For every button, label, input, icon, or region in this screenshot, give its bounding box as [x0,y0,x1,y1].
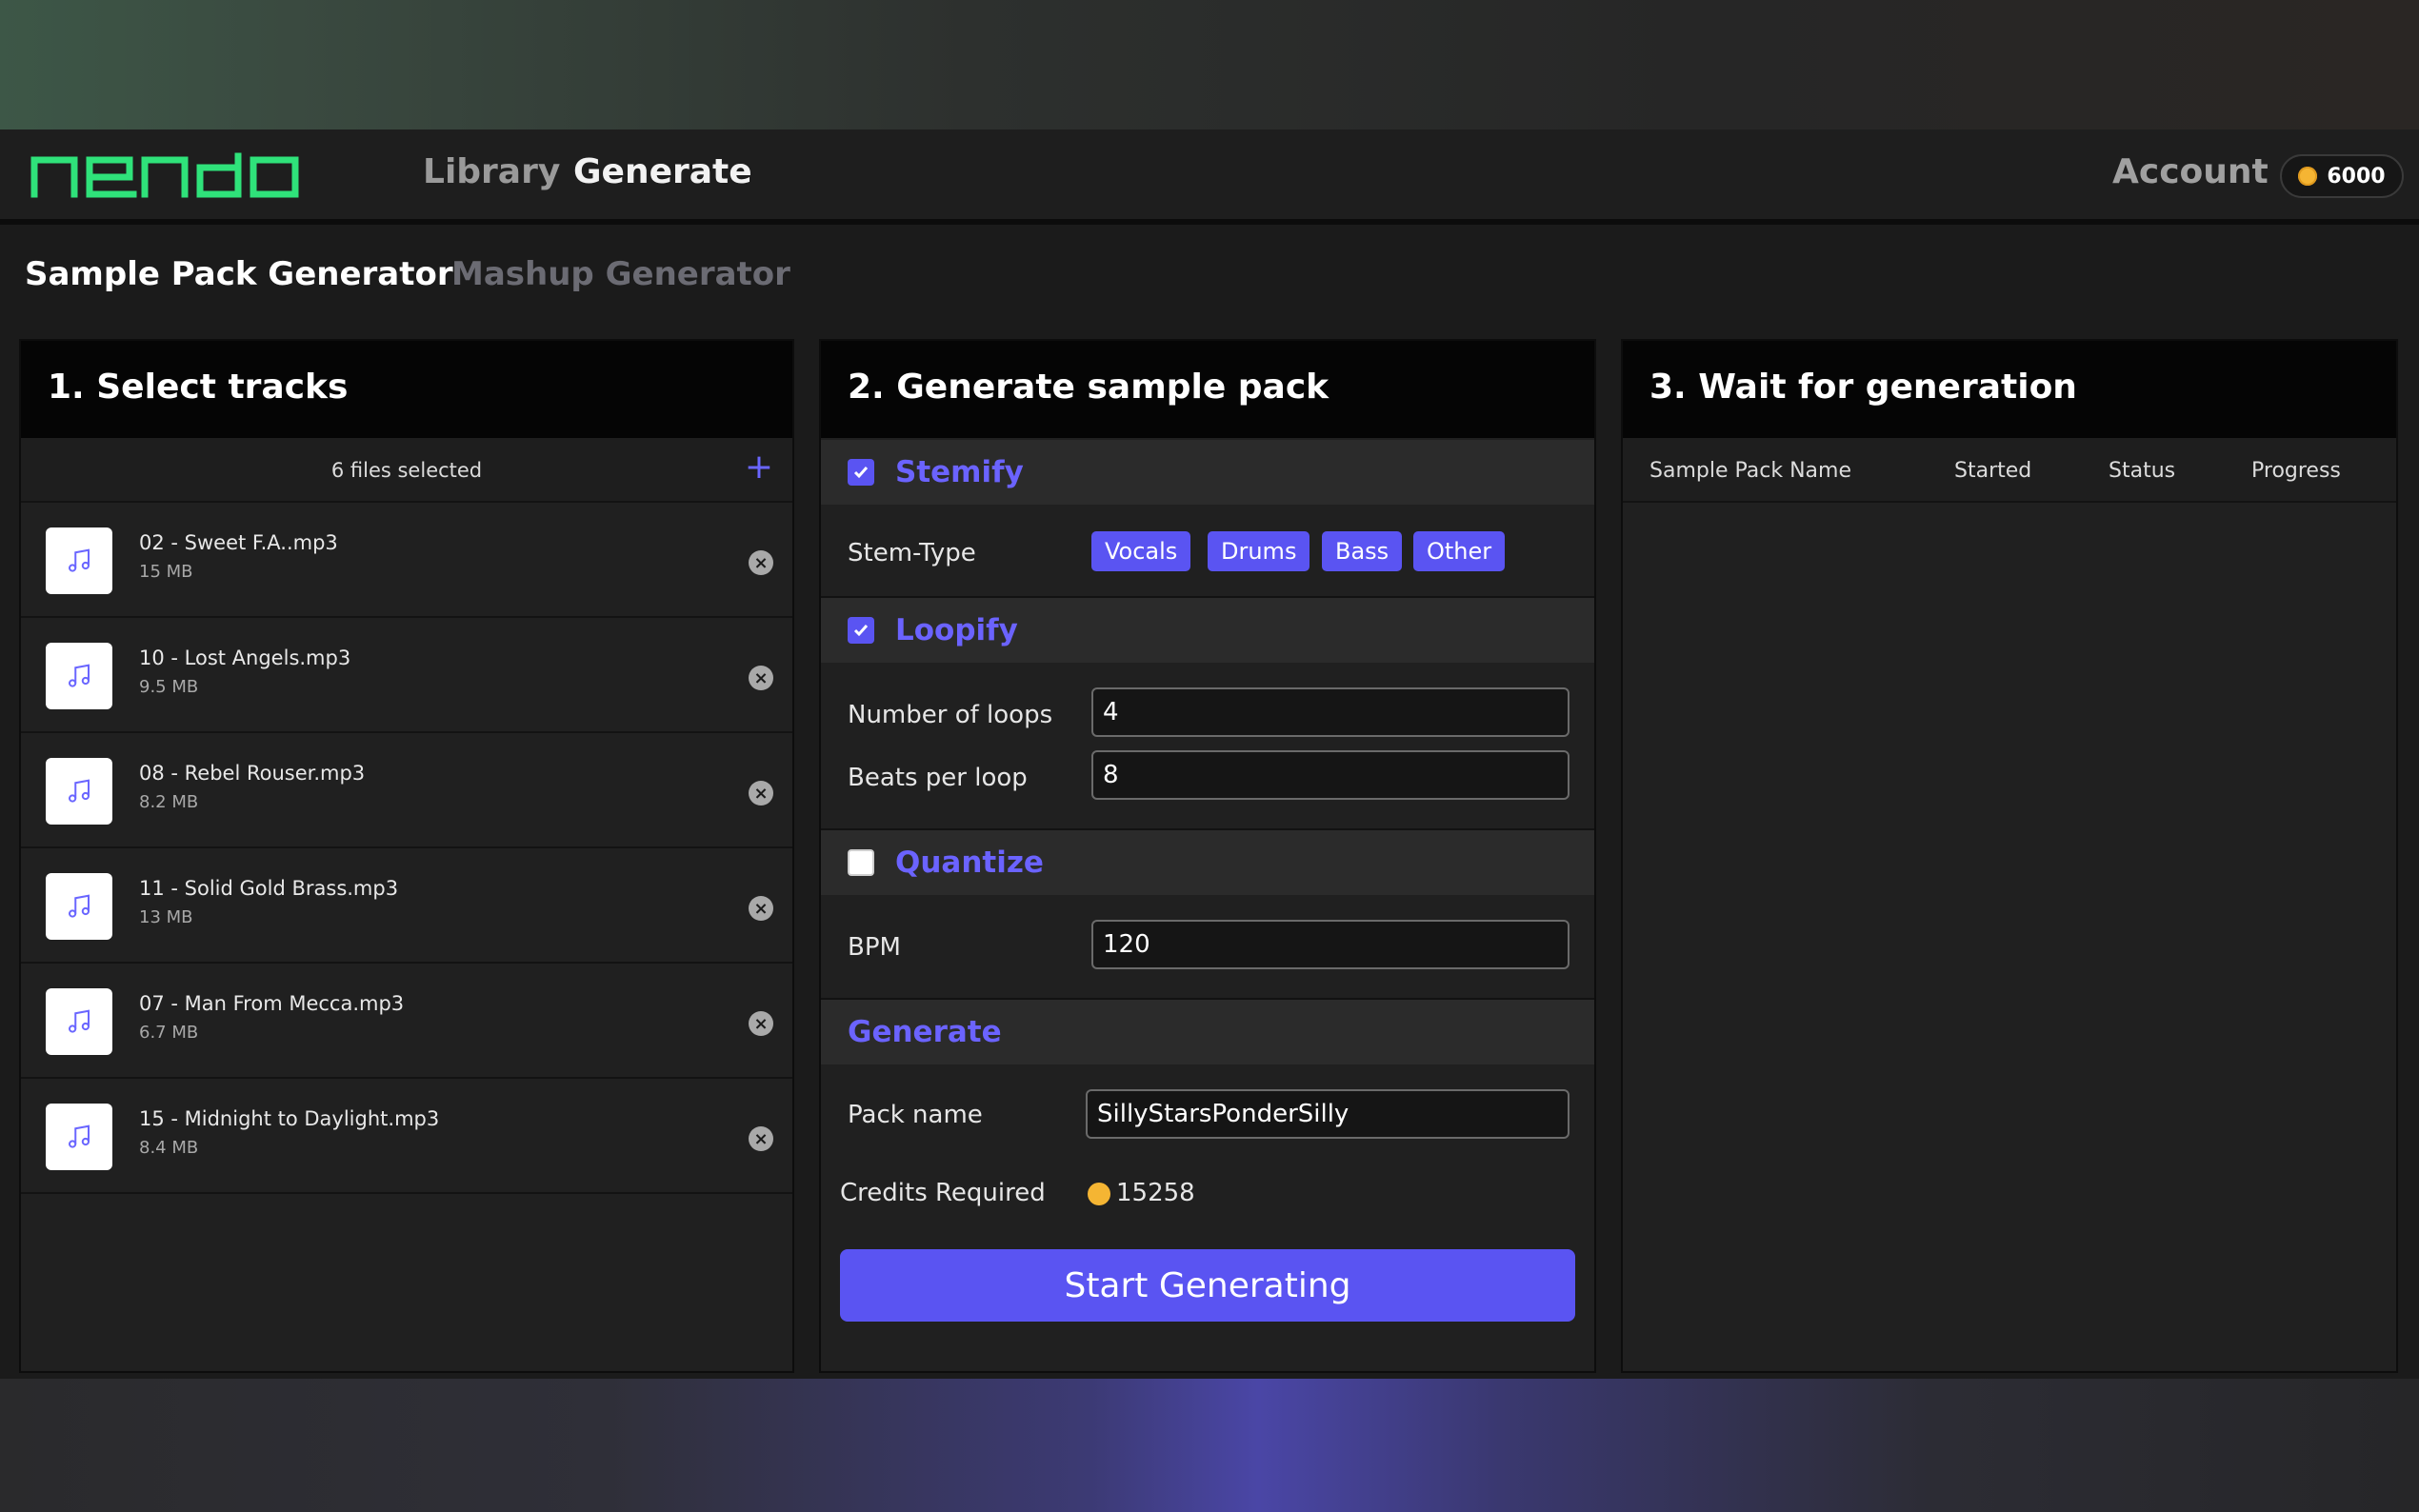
credits-balance[interactable]: 6000 [2280,154,2404,198]
stemify-section-header: Stemify [821,440,1594,505]
panel-title: 1. Select tracks [21,341,792,438]
files-selected-count: 6 files selected [330,459,483,482]
loopify-checkbox[interactable] [848,617,874,644]
column-progress[interactable]: Progress [2251,459,2341,483]
music-note-icon [46,1104,112,1170]
track-name: 07 - Man From Mecca.mp3 [139,992,405,1015]
nav-account[interactable]: Account [2112,152,2269,191]
stemify-label: Stemify [895,455,1024,489]
remove-icon[interactable]: × [749,1126,773,1151]
column-status[interactable]: Status [2109,459,2175,483]
music-note-icon [46,873,112,940]
beats-per-loop-label: Beats per loop [848,764,1028,792]
start-generating-button[interactable]: Start Generating [840,1249,1575,1322]
track-name: 08 - Rebel Rouser.mp3 [139,762,366,785]
coin-icon [2298,167,2318,186]
column-sample-pack-name[interactable]: Sample Pack Name [1649,459,1851,483]
column-started[interactable]: Started [1954,459,2031,483]
nav-generate[interactable]: Generate [573,152,752,191]
music-note-icon [46,758,112,825]
remove-icon[interactable]: × [749,781,773,806]
track-size: 13 MB [139,907,193,927]
select-tracks-panel: 1. Select tracks 6 files selected + 02 -… [19,339,794,1373]
track-item[interactable]: 10 - Lost Angels.mp3 9.5 MB × [21,618,792,733]
generate-sample-pack-panel: 2. Generate sample pack Stemify Stem-Typ… [819,339,1596,1373]
top-nav: Library Generate Account 6000 [0,129,2419,225]
stem-chip-drums[interactable]: Drums [1208,531,1310,571]
music-note-icon [46,988,112,1055]
coin-icon [1088,1183,1110,1205]
credits-balance-value: 6000 [2327,164,2386,189]
track-name: 10 - Lost Angels.mp3 [139,647,351,669]
stem-chip-vocals[interactable]: Vocals [1091,531,1191,571]
track-item[interactable]: 08 - Rebel Rouser.mp3 8.2 MB × [21,733,792,848]
nendo-logo[interactable] [30,152,303,198]
track-size: 15 MB [139,562,193,582]
track-name: 02 - Sweet F.A..mp3 [139,531,338,554]
track-item[interactable]: 07 - Man From Mecca.mp3 6.7 MB × [21,964,792,1079]
files-bar: 6 files selected + [21,438,792,503]
beats-per-loop-input[interactable] [1091,750,1569,800]
remove-icon[interactable]: × [749,896,773,921]
app-window: Library Generate Account 6000 Sample Pac… [0,0,2419,1512]
panel-title: 2. Generate sample pack [821,341,1594,438]
backdrop-top [0,0,2419,129]
track-name: 15 - Midnight to Daylight.mp3 [139,1107,440,1130]
track-size: 6.7 MB [139,1023,199,1043]
remove-icon[interactable]: × [749,1011,773,1036]
remove-icon[interactable]: × [749,666,773,690]
quantize-checkbox[interactable] [848,849,874,876]
stem-chip-bass[interactable]: Bass [1322,531,1403,571]
tab-sample-pack-generator[interactable]: Sample Pack Generator [25,255,453,293]
tab-mashup-generator[interactable]: Mashup Generator [451,255,790,293]
remove-icon[interactable]: × [749,550,773,575]
track-size: 8.4 MB [139,1138,199,1158]
credits-required-value: 15258 [1116,1179,1195,1207]
track-item[interactable]: 11 - Solid Gold Brass.mp3 13 MB × [21,848,792,964]
pack-name-input[interactable] [1086,1089,1569,1139]
track-size: 8.2 MB [139,792,199,812]
wait-for-generation-panel: 3. Wait for generation Sample Pack Name … [1621,339,2398,1373]
nav-library[interactable]: Library [423,152,560,191]
stemify-checkbox[interactable] [848,459,874,486]
track-item[interactable]: 15 - Midnight to Daylight.mp3 8.4 MB × [21,1079,792,1194]
stem-chip-other[interactable]: Other [1413,531,1506,571]
loopify-label: Loopify [895,613,1018,647]
credits-required-label: Credits Required [840,1179,1046,1207]
quantize-section-header: Quantize [821,830,1594,895]
pack-name-label: Pack name [848,1101,983,1129]
generate-section-header: Generate [821,1000,1594,1064]
music-note-icon [46,527,112,594]
track-size: 9.5 MB [139,677,199,697]
track-name: 11 - Solid Gold Brass.mp3 [139,877,399,900]
generate-label: Generate [848,1015,1002,1049]
backdrop-bottom [0,1379,2419,1512]
generation-table-header: Sample Pack Name Started Status Progress [1623,438,2396,503]
number-of-loops-label: Number of loops [848,701,1053,729]
bpm-input[interactable] [1091,920,1569,969]
track-item[interactable]: 02 - Sweet F.A..mp3 15 MB × [21,503,792,618]
bpm-label: BPM [848,933,901,962]
plus-icon[interactable]: + [745,448,773,487]
number-of-loops-input[interactable] [1091,687,1569,737]
music-note-icon [46,643,112,709]
stem-type-label: Stem-Type [848,539,976,567]
panel-title: 3. Wait for generation [1623,341,2396,438]
quantize-label: Quantize [895,846,1044,880]
loopify-section-header: Loopify [821,598,1594,663]
